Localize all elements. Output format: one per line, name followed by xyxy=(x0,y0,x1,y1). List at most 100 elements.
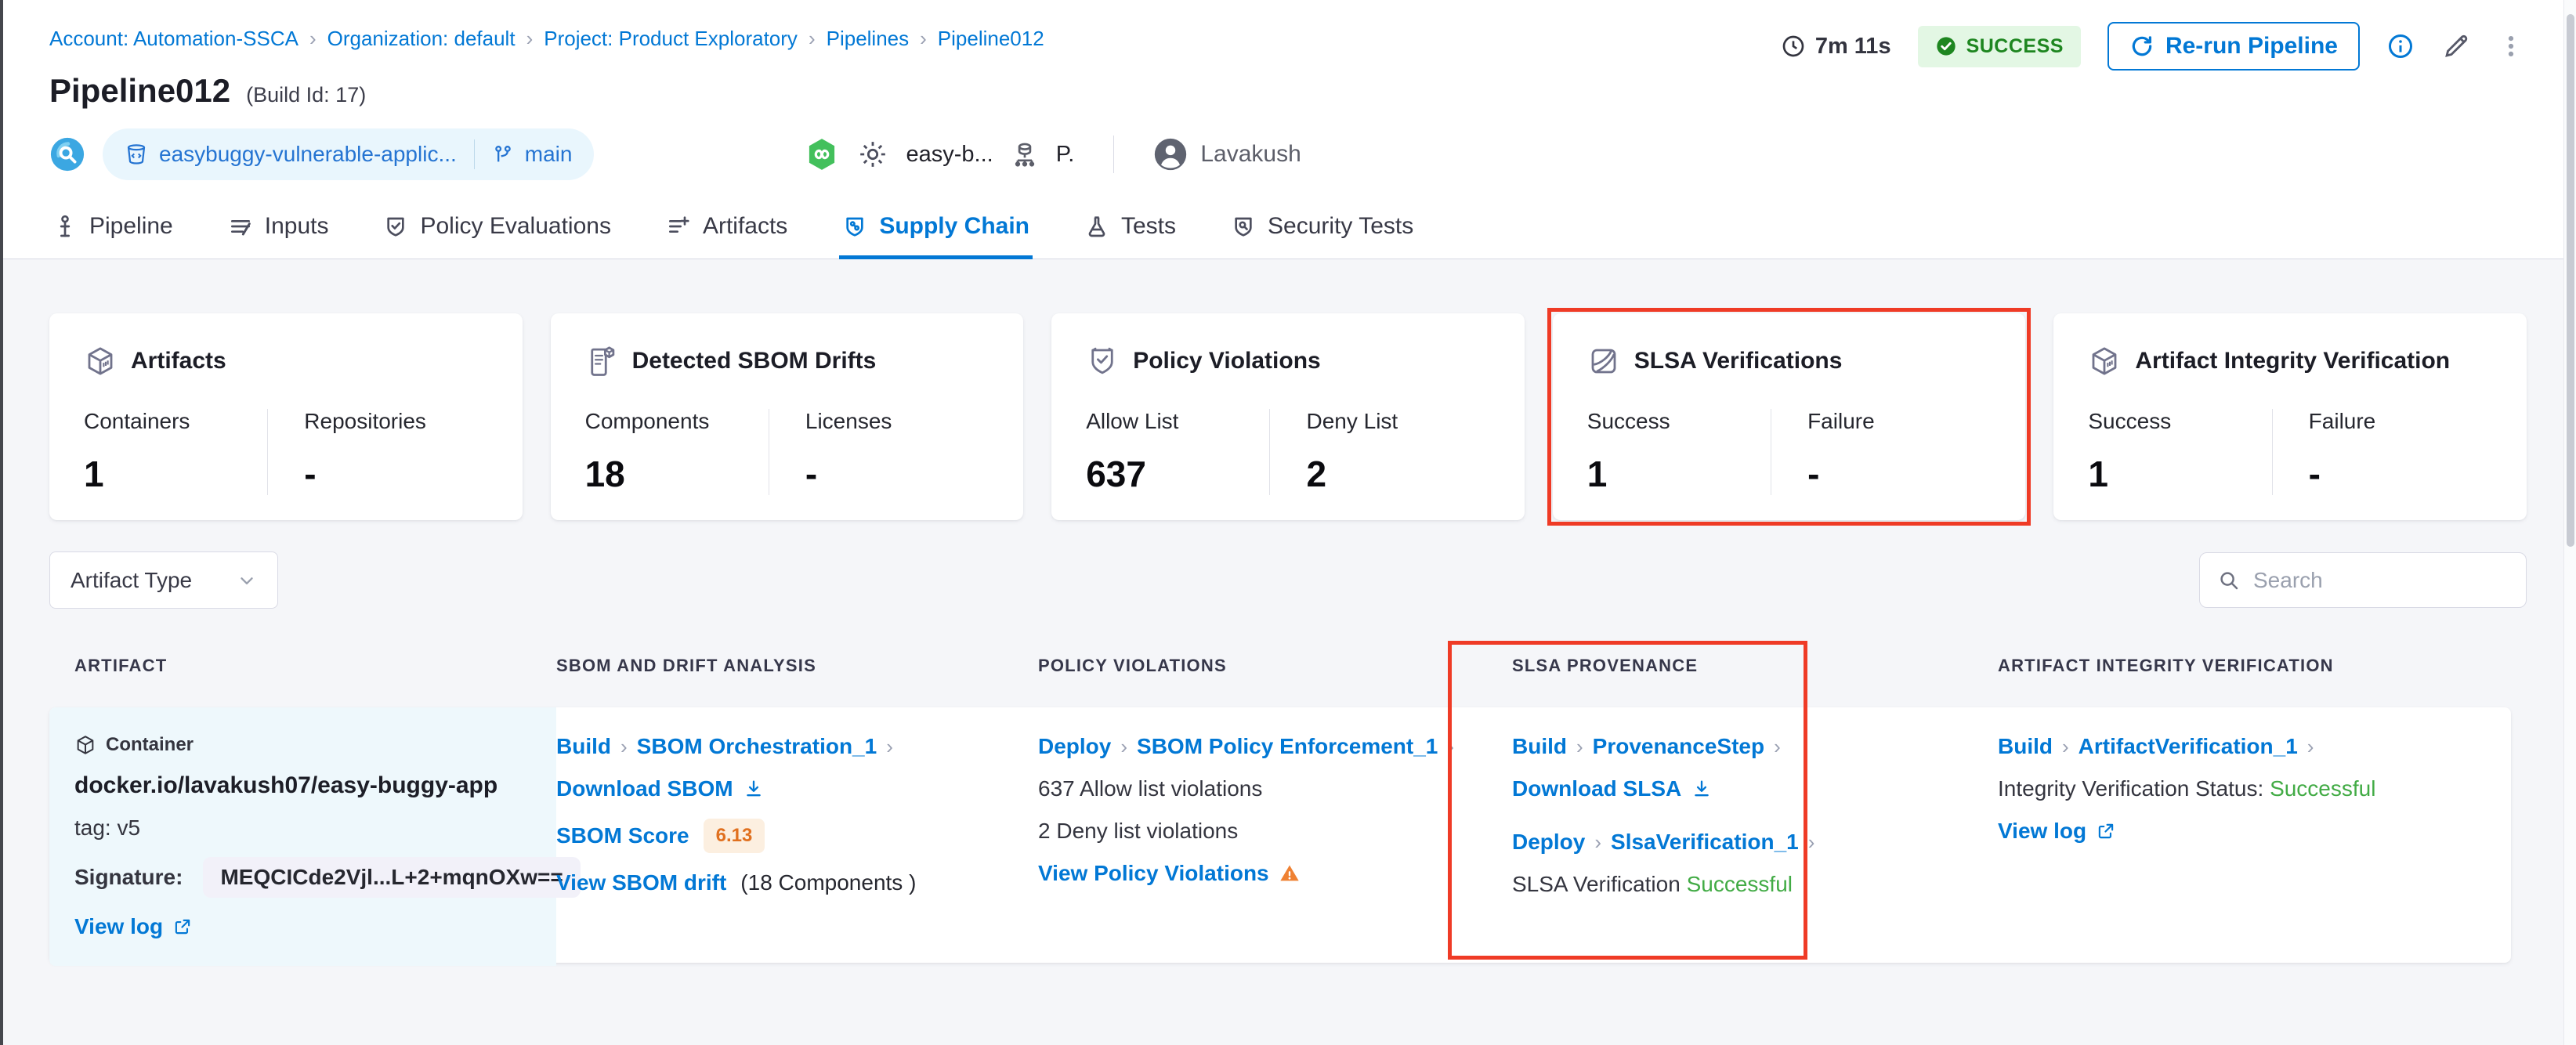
build-id: (Build Id: 17) xyxy=(246,83,367,107)
stage-link[interactable]: Build xyxy=(556,734,611,759)
view-log-link[interactable]: View log xyxy=(1998,819,2116,844)
triggered-by-user: Lavakush xyxy=(1153,137,1301,172)
chevron-separator xyxy=(1764,734,1790,759)
tab-tests[interactable]: Tests xyxy=(1081,199,1179,259)
search-icon xyxy=(2217,569,2241,592)
artifact-type: Container xyxy=(74,734,194,756)
breadcrumb-current[interactable]: Pipeline012 xyxy=(938,27,1044,51)
step-link[interactable]: SBOM Policy Enforcement_1 xyxy=(1137,734,1438,759)
metric-label: Containers xyxy=(84,409,190,433)
artifact-table-row: Container docker.io/lavakush07/easy-bugg… xyxy=(49,707,2511,966)
title-row: Pipeline012 (Build Id: 17) xyxy=(49,72,366,110)
duration-text: 7m 11s xyxy=(1814,33,1891,59)
column-header-policy: POLICY VIOLATIONS xyxy=(1038,656,1227,675)
provenance-step-breadcrumb: Build ProvenanceStep xyxy=(1512,734,1790,759)
tab-label: Policy Evaluations xyxy=(420,213,611,239)
search-box xyxy=(2199,552,2527,608)
step-link[interactable]: ArtifactVerification_1 xyxy=(2079,734,2298,759)
more-options-icon[interactable] xyxy=(2498,33,2524,60)
metric-label: Repositories xyxy=(304,409,426,433)
artifact-signature-line: Signature: MEQCICde2Vjl...L+2+mqnOXw== xyxy=(74,857,581,898)
artifact-type-dropdown[interactable]: Artifact Type xyxy=(49,551,278,609)
integrity-status-value: Successful xyxy=(2270,776,2376,801)
card-artifacts: Artifacts Containers 1 Repositories - xyxy=(49,313,523,520)
trigger-group: easy-b... P. Lavakush xyxy=(804,136,1301,173)
artifact-type-label: Artifact Type xyxy=(71,567,193,592)
download-slsa-link[interactable]: Download SLSA xyxy=(1512,776,1713,801)
download-sbom-link[interactable]: Download SBOM xyxy=(556,776,765,801)
card-title: Artifacts xyxy=(131,348,226,374)
trigger-name[interactable]: easy-b... xyxy=(906,142,993,168)
search-input[interactable] xyxy=(2253,567,2509,593)
stage-link[interactable]: Build xyxy=(1512,734,1567,759)
metric-value: - xyxy=(2308,454,2321,494)
step-link[interactable]: SBOM Orchestration_1 xyxy=(637,734,877,759)
card-policy-violations: Policy Violations Allow List 637 Deny Li… xyxy=(1051,313,1525,520)
chevron-separator xyxy=(1111,734,1137,759)
card-title: Artifact Integrity Verification xyxy=(2135,348,2451,374)
tab-supply-chain[interactable]: Supply Chain xyxy=(839,199,1033,259)
column-header-slsa: SLSA PROVENANCE xyxy=(1512,656,1699,675)
tab-policy-evaluations[interactable]: Policy Evaluations xyxy=(380,199,613,259)
breadcrumb-project[interactable]: Project: Product Exploratory xyxy=(544,27,798,51)
metric: Failure - xyxy=(1771,409,1991,495)
metric-label: Failure xyxy=(2308,409,2376,433)
info-icon[interactable] xyxy=(2386,32,2415,60)
tab-label: Security Tests xyxy=(1268,213,1414,239)
status-badge: SUCCESS xyxy=(1917,25,2081,67)
chevron-separator xyxy=(2053,734,2079,759)
execution-meta-row: easybuggy-vulnerable-applic... main easy… xyxy=(49,128,1301,180)
supply-chain-content: Artifacts Containers 1 Repositories - De… xyxy=(0,259,2576,1045)
tab-label: Inputs xyxy=(264,213,329,239)
metric-value: 1 xyxy=(1586,454,1608,494)
view-policy-violations-link[interactable]: View Policy Violations xyxy=(1038,861,1301,886)
breadcrumb-account[interactable]: Account: Automation-SSCA xyxy=(49,27,298,51)
metric: Components 18 xyxy=(585,409,769,495)
slsa-status-label: SLSA Verification xyxy=(1512,872,1681,896)
stage-link[interactable]: Deploy xyxy=(1512,830,1585,855)
branch-name-link[interactable]: main xyxy=(525,142,573,167)
tab-label: Supply Chain xyxy=(879,213,1029,239)
scrollbar-thumb[interactable] xyxy=(2567,14,2574,547)
sbom-score-link[interactable]: SBOM Score xyxy=(556,823,689,848)
download-icon xyxy=(743,778,765,800)
chevron-down-icon xyxy=(237,570,257,591)
ci-hexagon-icon xyxy=(804,136,840,172)
tab-security-tests[interactable]: Security Tests xyxy=(1228,199,1416,259)
tab-label: Pipeline xyxy=(89,213,173,239)
tab-pipeline[interactable]: Pipeline xyxy=(49,199,176,259)
environment-icon xyxy=(1011,140,1039,168)
card-slsa-verifications: SLSA Verifications Success 1 Failure - xyxy=(1547,308,2031,526)
pipeline-execution-page: Account: Automation-SSCA Organization: d… xyxy=(0,0,2576,1045)
step-link[interactable]: SlsaVerification_1 xyxy=(1611,830,1799,855)
edit-pipeline-icon[interactable] xyxy=(2441,31,2471,61)
cube-icon xyxy=(84,345,117,378)
tab-inputs[interactable]: Inputs xyxy=(225,199,332,259)
download-icon xyxy=(1691,778,1713,800)
artifact-type-text: Container xyxy=(106,734,194,755)
metric: Containers 1 xyxy=(84,409,267,495)
stage-link[interactable]: Build xyxy=(1998,734,2053,759)
sbom-drift-line: View SBOM drift (18 Components ) xyxy=(556,870,916,895)
stage-link[interactable]: Deploy xyxy=(1038,734,1111,759)
metric: Licenses - xyxy=(768,409,989,495)
sbom-cell: Build SBOM Orchestration_1 Download SBOM… xyxy=(556,707,1038,966)
metric-label: Deny List xyxy=(1306,409,1398,433)
view-log-text: View log xyxy=(74,914,164,938)
card-artifact-integrity: Artifact Integrity Verification Success … xyxy=(2053,313,2527,520)
view-sbom-drift-link[interactable]: View SBOM drift xyxy=(556,870,726,895)
breadcrumb: Account: Automation-SSCA Organization: d… xyxy=(49,27,1044,51)
breadcrumb-pipelines[interactable]: Pipelines xyxy=(827,27,910,51)
policy-step-breadcrumb: Deploy SBOM Policy Enforcement_1 xyxy=(1038,734,1463,759)
repo-name-link[interactable]: easybuggy-vulnerable-applic... xyxy=(159,142,457,167)
rerun-pipeline-button[interactable]: Re-run Pipeline xyxy=(2107,22,2360,71)
slsa-cell: Build ProvenanceStep Download SLSA Deplo… xyxy=(1512,707,1998,966)
view-log-link[interactable]: View log xyxy=(74,914,193,939)
breadcrumb-separator xyxy=(298,27,327,51)
step-link[interactable]: ProvenanceStep xyxy=(1593,734,1764,759)
tab-artifacts[interactable]: Artifacts xyxy=(663,199,791,259)
breadcrumb-organization[interactable]: Organization: default xyxy=(327,27,516,51)
view-policy-violations-text: View Policy Violations xyxy=(1038,861,1269,885)
refresh-icon xyxy=(2129,34,2155,59)
vertical-scrollbar[interactable] xyxy=(2563,0,2576,1045)
